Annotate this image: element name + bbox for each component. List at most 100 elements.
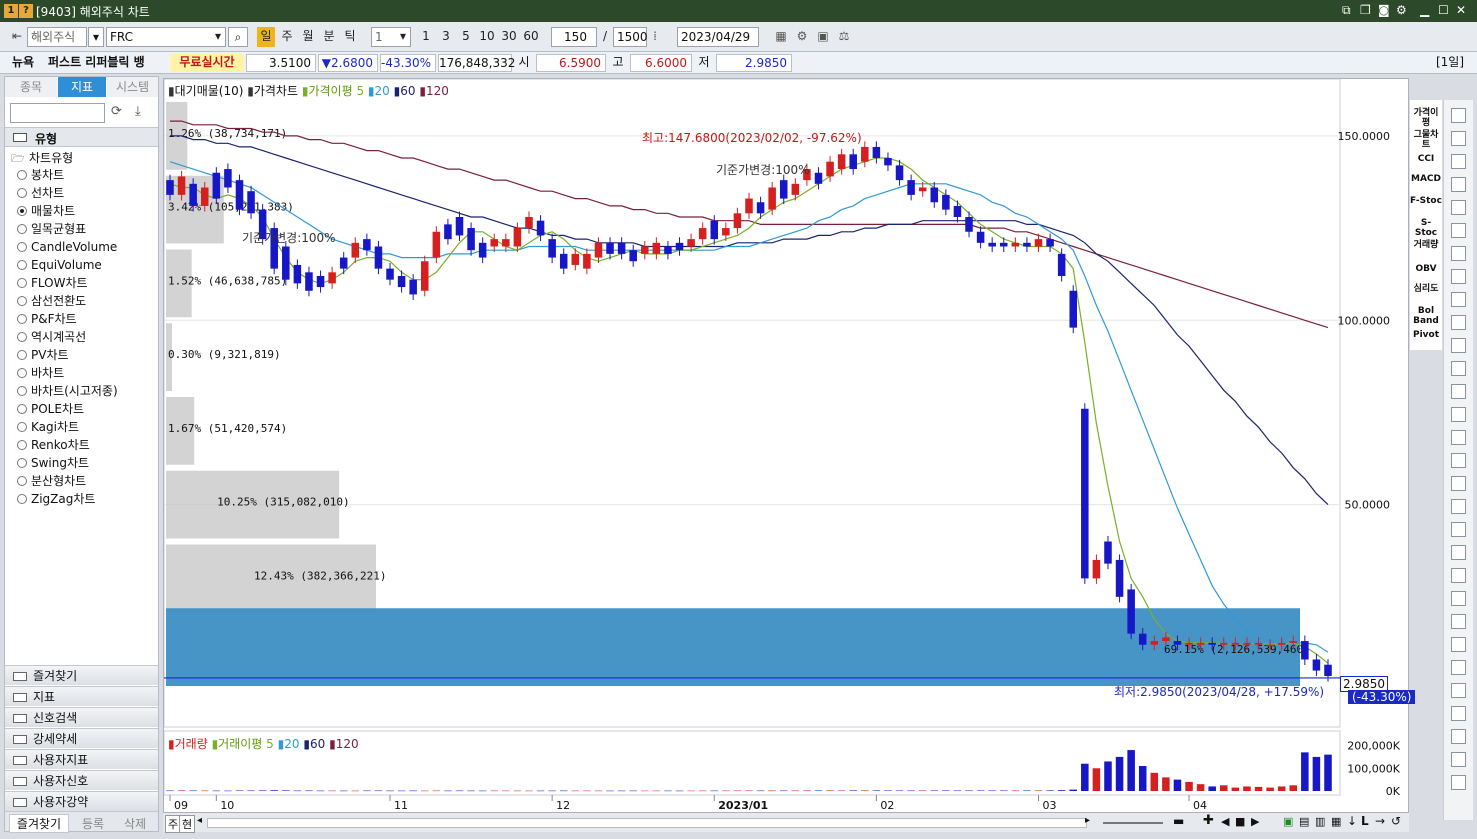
drawing-tool-icon[interactable] — [1451, 154, 1466, 169]
maximize-icon[interactable]: ☐ — [1438, 3, 1449, 17]
play-back-icon[interactable]: ◀ — [1221, 815, 1229, 828]
scale-icon[interactable]: ⚖ — [835, 27, 853, 47]
interval-1[interactable]: 1 — [417, 27, 435, 47]
drawing-tool-icon[interactable] — [1451, 177, 1466, 192]
interval-10[interactable]: 10 — [477, 27, 497, 47]
radio-button[interactable] — [17, 368, 27, 378]
drawing-tool-icon[interactable] — [1451, 108, 1466, 123]
radio-button[interactable] — [17, 224, 27, 234]
close-icon[interactable]: ✕ — [1456, 3, 1466, 17]
drawing-tool-icon[interactable] — [1451, 200, 1466, 215]
right-arrow-icon[interactable]: → — [1375, 814, 1385, 828]
symbol-input[interactable]: FRC — [106, 27, 226, 47]
drawing-tool-icon[interactable] — [1451, 407, 1466, 422]
chart-type-item[interactable]: PV차트 — [17, 347, 69, 363]
chart-type-item[interactable]: FLOW차트 — [17, 275, 88, 291]
interval-3[interactable]: 3 — [437, 27, 455, 47]
down-arrow-icon[interactable]: ↓ — [1347, 814, 1357, 828]
count-input[interactable]: 150 — [551, 27, 597, 47]
excel-icon[interactable]: ▣ — [1283, 815, 1293, 828]
chart-type-item[interactable]: 분산형차트 — [17, 473, 86, 489]
indicator-search-input[interactable] — [10, 103, 105, 123]
drawing-tool-icon[interactable] — [1451, 338, 1466, 353]
accordion-2[interactable]: 신호검색 — [5, 707, 158, 727]
radio-button[interactable] — [17, 242, 27, 252]
app-number-icon[interactable]: 1 — [4, 4, 18, 18]
chart-area[interactable]: 150.0000 100.0000 50.0000 1.26% (38,734,171… — [163, 78, 1416, 832]
radio-button[interactable] — [17, 458, 27, 468]
indicator-shortcut[interactable]: 그물차트 — [1410, 130, 1442, 150]
scroll-right-icon[interactable]: ▸ — [1085, 815, 1090, 826]
minimize-icon[interactable]: ▁ — [1420, 3, 1429, 17]
radio-button[interactable] — [17, 440, 27, 450]
symbol-dropdown-icon[interactable]: ▾ — [210, 27, 226, 47]
chart-svg[interactable]: 150.0000100.000050.00001.26% (38,734,171… — [164, 79, 1410, 813]
interval-5[interactable]: 5 — [457, 27, 475, 47]
chart-type-item[interactable]: 매물차트 — [17, 203, 75, 219]
market-select[interactable]: 해외주식 — [27, 27, 87, 47]
chart-type-item[interactable]: Renko차트 — [17, 437, 90, 453]
copy-icon[interactable]: ❐ — [1360, 3, 1371, 17]
chart-type-item[interactable]: 역시계곡선 — [17, 329, 86, 345]
chart-type-item[interactable]: ZigZag차트 — [17, 491, 95, 507]
drawing-tool-icon[interactable] — [1451, 614, 1466, 629]
indicator-shortcut[interactable]: MACD — [1410, 174, 1442, 184]
period-month[interactable]: 월 — [299, 27, 317, 47]
drawing-tool-icon[interactable] — [1451, 292, 1466, 307]
radio-button[interactable] — [17, 476, 27, 486]
drawing-tool-icon[interactable] — [1451, 752, 1466, 767]
radio-button[interactable] — [17, 404, 27, 414]
chart-type-item[interactable]: 삼선전환도 — [17, 293, 86, 309]
radio-button[interactable] — [17, 170, 27, 180]
chart-type-item[interactable]: 바차트(시고저종) — [17, 383, 118, 399]
zoom-slider[interactable] — [1103, 822, 1163, 824]
radio-button[interactable] — [17, 332, 27, 342]
log-scale-icon[interactable]: L — [1361, 814, 1369, 828]
total-input[interactable]: 1500 — [613, 27, 648, 47]
period-minute[interactable]: 분 — [320, 27, 338, 47]
radio-button[interactable] — [17, 260, 27, 270]
play-forward-icon[interactable]: ▶ — [1251, 815, 1259, 828]
radio-button[interactable] — [17, 296, 27, 306]
drawing-tool-icon[interactable] — [1451, 476, 1466, 491]
drawing-tool-icon[interactable] — [1451, 683, 1466, 698]
date-input[interactable]: 2023/04/29 — [677, 27, 759, 47]
drawing-tool-icon[interactable] — [1451, 246, 1466, 261]
chart-type-item[interactable]: POLE차트 — [17, 401, 84, 417]
accordion-0[interactable]: 즐겨찾기 — [5, 665, 158, 685]
drawing-tool-icon[interactable] — [1451, 315, 1466, 330]
interval-30[interactable]: 30 — [499, 27, 519, 47]
tree-root-label[interactable]: 차트유형 — [29, 149, 73, 166]
gear-icon[interactable]: ⚙ — [1396, 3, 1407, 17]
horizontal-scrollbar[interactable] — [207, 818, 1087, 828]
accordion-5[interactable]: 사용자신호 — [5, 770, 158, 790]
tab-system[interactable]: 시스템 — [107, 77, 158, 97]
chart-type-item[interactable]: Swing차트 — [17, 455, 89, 471]
chart-type-item[interactable]: P&F차트 — [17, 311, 77, 327]
drawing-tool-icon[interactable] — [1451, 568, 1466, 583]
zoom-out-icon[interactable]: ▬ — [1173, 814, 1184, 828]
indicator-shortcut[interactable]: Bol Band — [1410, 306, 1442, 326]
indicator-shortcut[interactable]: OBV — [1410, 264, 1442, 274]
zoom-in-icon[interactable]: ✚ — [1203, 813, 1214, 828]
tab-favorites-bottom[interactable]: 즐겨찾기 — [9, 814, 69, 833]
download-icon[interactable]: ⤓ — [135, 104, 141, 119]
bottom-left-label-2[interactable]: 현 — [179, 815, 196, 833]
drawing-tool-icon[interactable] — [1451, 729, 1466, 744]
accordion-1[interactable]: 지표 — [5, 686, 158, 706]
accordion-6[interactable]: 사용자강약 — [5, 791, 158, 811]
refresh-icon[interactable]: ⟳ — [111, 104, 122, 119]
radio-button[interactable] — [17, 422, 27, 432]
drawing-tool-icon[interactable] — [1451, 384, 1466, 399]
drawing-tool-icon[interactable] — [1451, 499, 1466, 514]
drawing-tool-icon[interactable] — [1451, 269, 1466, 284]
chart-type-item[interactable]: 일목균형표 — [17, 221, 86, 237]
stop-icon[interactable]: ■ — [1235, 815, 1245, 828]
interval-60[interactable]: 60 — [521, 27, 541, 47]
link-icon[interactable]: ⧉ — [1342, 3, 1351, 18]
indicator-shortcut[interactable]: S-Stoc — [1410, 218, 1442, 238]
chart-settings-icon[interactable]: ▦ — [772, 27, 790, 47]
drawing-tool-icon[interactable] — [1451, 453, 1466, 468]
radio-button[interactable] — [17, 494, 27, 504]
drawing-tool-icon[interactable] — [1451, 522, 1466, 537]
